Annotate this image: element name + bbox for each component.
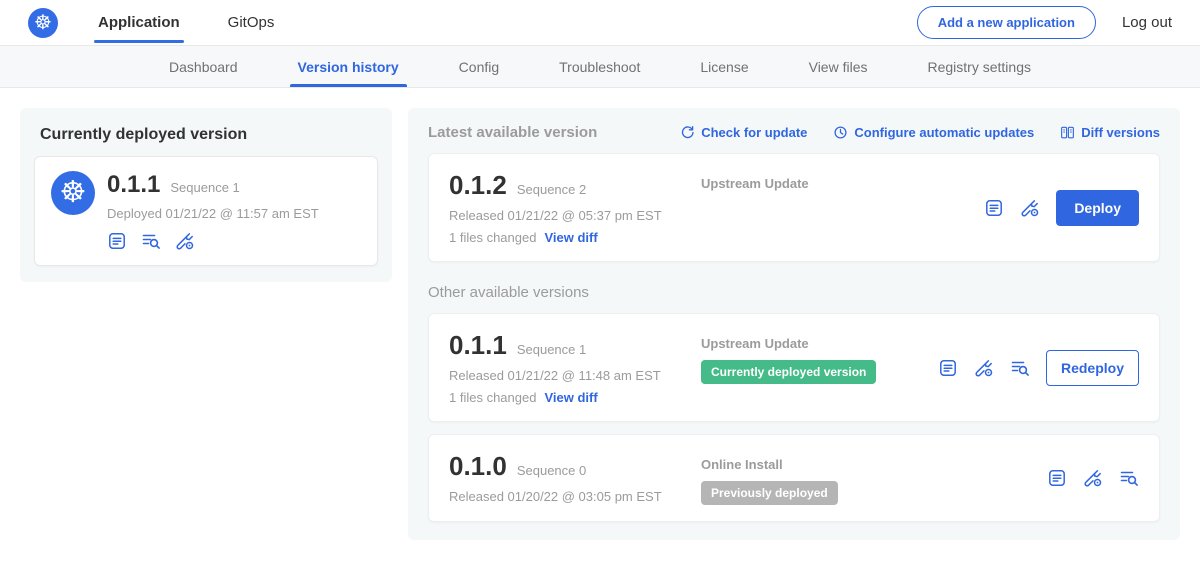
config-icon[interactable] [974, 358, 994, 378]
app-subnav: Dashboard Version history Config Trouble… [0, 46, 1200, 88]
configure-automatic-updates-label: Configure automatic updates [854, 125, 1034, 140]
version-card-0-1-1: 0.1.1 Sequence 1 Released 01/21/22 @ 11:… [428, 313, 1160, 422]
version-source: Upstream Update [701, 176, 984, 191]
diff-icon[interactable] [1119, 468, 1139, 488]
version-number: 0.1.2 [449, 170, 507, 201]
tab-application[interactable]: Application [90, 0, 188, 46]
tab-application-label: Application [98, 14, 180, 31]
version-released: Released 01/20/22 @ 03:05 pm EST [449, 489, 701, 504]
subnav-troubleshoot[interactable]: Troubleshoot [529, 46, 670, 87]
deployed-version-card: ☸ 0.1.1 Sequence 1 Deployed 01/21/22 @ 1… [34, 156, 378, 266]
version-actions: Deploy [984, 190, 1139, 226]
config-icon[interactable] [1020, 198, 1040, 218]
version-actions [1047, 468, 1139, 488]
version-number: 0.1.0 [449, 451, 507, 482]
diff-icon[interactable] [141, 231, 161, 251]
subnav-dashboard[interactable]: Dashboard [139, 46, 268, 87]
subnav-version-history[interactable]: Version history [268, 46, 429, 87]
header-right: Add a new application Log out [917, 6, 1172, 39]
view-diff-link[interactable]: View diff [544, 390, 597, 405]
available-versions-header: Latest available version Check for updat… [428, 124, 1160, 141]
deployed-icon-row [107, 231, 319, 251]
check-for-update-label: Check for update [701, 125, 807, 140]
kubernetes-logo-icon: ☸ [28, 8, 58, 38]
release-notes-icon[interactable] [1047, 468, 1067, 488]
previously-deployed-badge: Previously deployed [701, 481, 838, 505]
files-changed: 1 files changed [449, 230, 536, 245]
version-meta: Upstream Update [701, 170, 984, 191]
version-released: Released 01/21/22 @ 05:37 pm EST [449, 208, 701, 223]
panel-action-links: Check for update Configure automatic upd… [680, 125, 1160, 140]
version-meta: Online Install Previously deployed [701, 451, 1047, 505]
release-notes-icon[interactable] [107, 231, 127, 251]
check-for-update-link[interactable]: Check for update [680, 125, 807, 140]
subnav-view-files[interactable]: View files [779, 46, 898, 87]
top-header: ☸ Application GitOps Add a new applicati… [0, 0, 1200, 46]
version-source: Online Install [701, 457, 1047, 472]
available-versions-panel: Latest available version Check for updat… [408, 108, 1180, 540]
release-notes-icon[interactable] [984, 198, 1004, 218]
app-icon: ☸ [51, 171, 95, 215]
deployed-version-details: 0.1.1 Sequence 1 Deployed 01/21/22 @ 11:… [107, 171, 319, 251]
version-card-0-1-2: 0.1.2 Sequence 2 Released 01/21/22 @ 05:… [428, 153, 1160, 262]
config-icon[interactable] [175, 231, 195, 251]
version-info: 0.1.2 Sequence 2 Released 01/21/22 @ 05:… [449, 170, 701, 245]
version-number: 0.1.1 [449, 330, 507, 361]
version-released: Released 01/21/22 @ 11:48 am EST [449, 368, 701, 383]
config-icon[interactable] [1083, 468, 1103, 488]
tab-gitops-label: GitOps [228, 14, 275, 31]
version-info: 0.1.1 Sequence 1 Released 01/21/22 @ 11:… [449, 330, 701, 405]
main-content: Currently deployed version ☸ 0.1.1 Seque… [0, 88, 1200, 560]
version-sequence: Sequence 2 [517, 182, 586, 197]
logout-button[interactable]: Log out [1122, 14, 1172, 31]
currently-deployed-title: Currently deployed version [34, 122, 378, 156]
subnav-registry-settings[interactable]: Registry settings [898, 46, 1061, 87]
deploy-button[interactable]: Deploy [1056, 190, 1139, 226]
version-card-0-1-0: 0.1.0 Sequence 0 Released 01/20/22 @ 03:… [428, 434, 1160, 522]
release-notes-icon[interactable] [938, 358, 958, 378]
currently-deployed-panel: Currently deployed version ☸ 0.1.1 Seque… [20, 108, 392, 282]
currently-deployed-badge: Currently deployed version [701, 360, 876, 384]
diff-versions-link[interactable]: Diff versions [1060, 125, 1160, 140]
version-sequence: Sequence 0 [517, 463, 586, 478]
tab-gitops[interactable]: GitOps [220, 0, 283, 46]
latest-available-title: Latest available version [428, 124, 597, 141]
diff-versions-label: Diff versions [1081, 125, 1160, 140]
deployed-version-number: 0.1.1 [107, 171, 160, 199]
version-meta: Upstream Update Currently deployed versi… [701, 330, 938, 384]
view-diff-link[interactable]: View diff [544, 230, 597, 245]
deployed-sequence: Sequence 1 [170, 180, 239, 195]
subnav-license[interactable]: License [670, 46, 778, 87]
subnav-config[interactable]: Config [429, 46, 529, 87]
redeploy-button[interactable]: Redeploy [1046, 350, 1139, 386]
configure-automatic-updates-link[interactable]: Configure automatic updates [833, 125, 1034, 140]
refresh-icon [680, 125, 695, 140]
version-source: Upstream Update [701, 336, 938, 351]
add-application-button[interactable]: Add a new application [917, 6, 1096, 39]
files-changed: 1 files changed [449, 390, 536, 405]
diff-columns-icon [1060, 125, 1075, 140]
deployed-timestamp: Deployed 01/21/22 @ 11:57 am EST [107, 206, 319, 221]
other-versions-title: Other available versions [428, 284, 1160, 301]
version-info: 0.1.0 Sequence 0 Released 01/20/22 @ 03:… [449, 451, 701, 504]
diff-icon[interactable] [1010, 358, 1030, 378]
version-actions: Redeploy [938, 350, 1139, 386]
version-sequence: Sequence 1 [517, 342, 586, 357]
clock-icon [833, 125, 848, 140]
